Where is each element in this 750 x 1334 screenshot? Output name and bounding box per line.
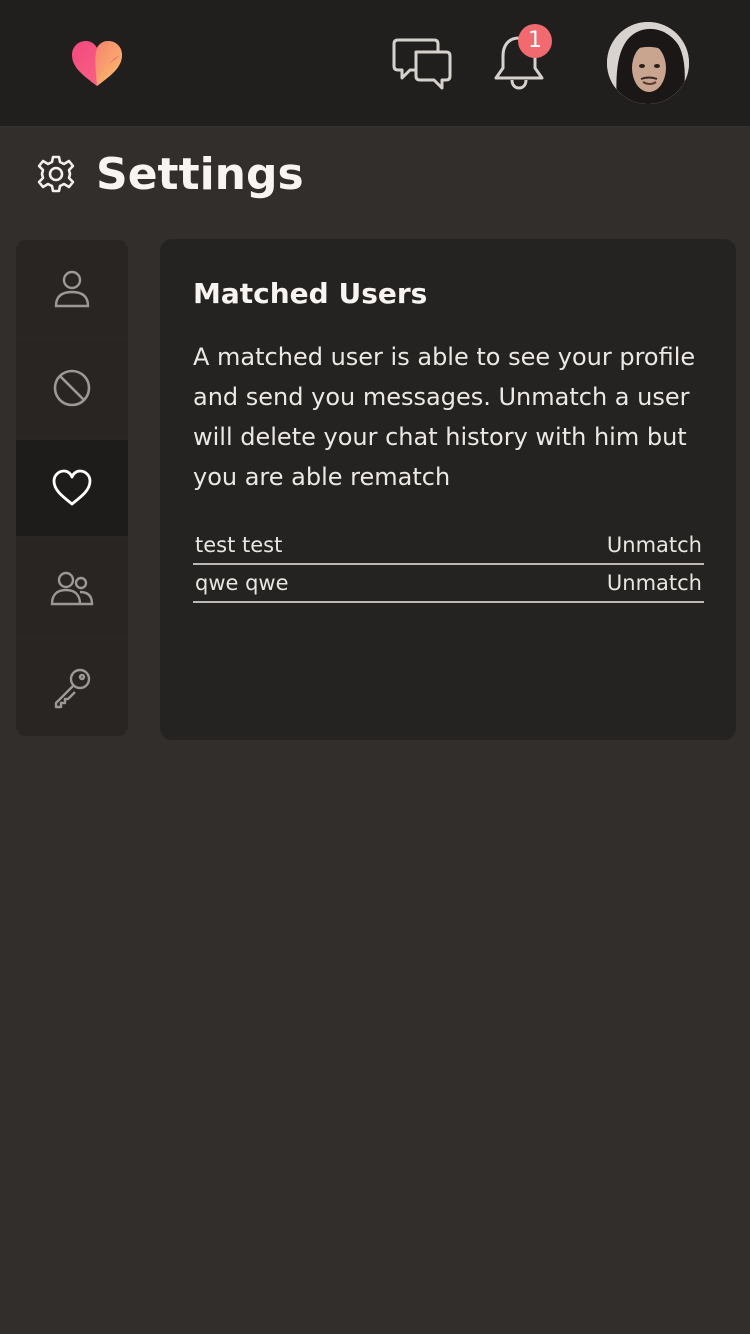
user-avatar[interactable] [607, 22, 689, 104]
heart-logo-icon[interactable] [70, 38, 124, 88]
notification-badge: 1 [518, 24, 552, 58]
chat-bubbles-icon[interactable] [392, 36, 454, 92]
settings-sidebar [16, 240, 128, 736]
sidebar-item-friends[interactable] [16, 540, 128, 636]
panel-title: Matched Users [193, 277, 428, 310]
matched-user-name: qwe qwe [195, 571, 289, 595]
sidebar-item-password[interactable] [16, 640, 128, 736]
matched-user-name: test test [195, 533, 283, 557]
top-bar: 1 [0, 0, 750, 126]
gear-icon [36, 154, 76, 194]
table-row: test test Unmatch [193, 527, 704, 565]
unmatch-button[interactable]: Unmatch [607, 571, 702, 595]
heart-icon [52, 469, 92, 506]
user-icon [54, 270, 90, 308]
sidebar-item-blocked[interactable] [16, 340, 128, 436]
unmatch-button[interactable]: Unmatch [607, 533, 702, 557]
sidebar-item-matches[interactable] [16, 440, 128, 536]
panel-description: A matched user is able to see your profi… [193, 343, 696, 491]
block-icon [53, 369, 91, 407]
users-icon [50, 571, 94, 606]
key-icon [54, 668, 91, 709]
matched-users-panel: Matched Users A matched user is able to … [160, 239, 736, 740]
sidebar-item-profile[interactable] [16, 240, 128, 336]
page-title: Settings [96, 149, 304, 200]
table-row: qwe qwe Unmatch [193, 565, 704, 603]
